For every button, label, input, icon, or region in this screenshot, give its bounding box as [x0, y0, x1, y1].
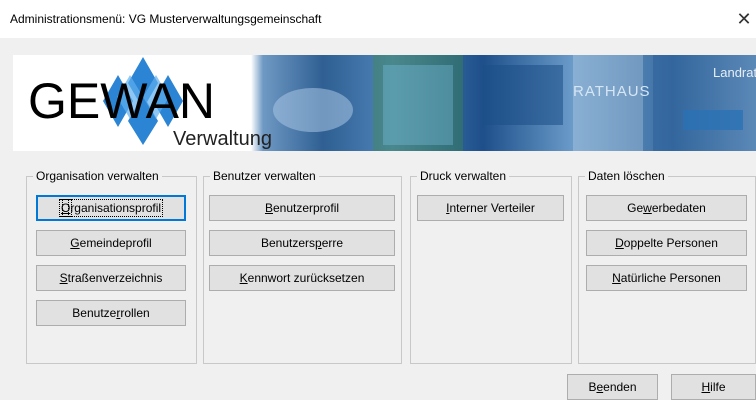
banner-photo-collage	[273, 55, 756, 151]
logo-text: GEWAN	[28, 73, 216, 129]
strassenverzeichnis-button[interactable]: Straßenverzeichnis	[36, 265, 186, 291]
benutzersperre-button[interactable]: Benutzersperre	[209, 230, 395, 256]
group-legend: Organisation verwalten	[33, 169, 162, 183]
organisationsprofil-button[interactable]: Organisationsprofil	[36, 195, 186, 221]
header-banner: GEWAN Verwaltung RATHAUS Landrat	[13, 55, 756, 151]
gemeindeprofil-button[interactable]: Gemeindeprofil	[36, 230, 186, 256]
banner-sign-landrat: Landrat	[713, 65, 756, 80]
window-title: Administrationsmenü: VG Musterverwaltung…	[10, 12, 322, 26]
natuerliche-personen-button[interactable]: Natürliche Personen	[586, 265, 747, 291]
title-bar: Administrationsmenü: VG Musterverwaltung…	[0, 0, 756, 38]
doppelte-personen-button[interactable]: Doppelte Personen	[586, 230, 747, 256]
benutzerprofil-button[interactable]: Benutzerprofil	[209, 195, 395, 221]
group-legend: Daten löschen	[585, 169, 668, 183]
banner-sign-rathaus: RATHAUS	[573, 83, 651, 100]
kennwort-zuruecksetzen-button[interactable]: Kennwort zurücksetzen	[209, 265, 395, 291]
close-icon[interactable]: ✕	[734, 6, 754, 32]
group-legend: Benutzer verwalten	[210, 169, 319, 183]
group-legend: Druck verwalten	[417, 169, 510, 183]
interner-verteiler-button[interactable]: Interner Verteiler	[417, 195, 564, 221]
benutzerrollen-button[interactable]: Benutzerrollen	[36, 300, 186, 326]
hilfe-button[interactable]: Hilfe	[671, 374, 756, 400]
gewerbedaten-button[interactable]: Gewerbedaten	[586, 195, 747, 221]
beenden-button[interactable]: Beenden	[567, 374, 658, 400]
